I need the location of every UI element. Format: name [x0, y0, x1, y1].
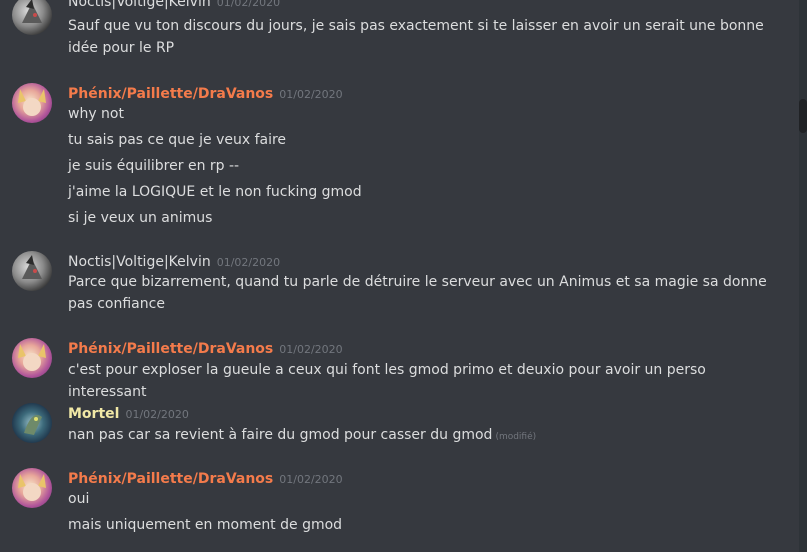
- avatar[interactable]: [12, 468, 52, 508]
- message-text: mais uniquement en moment de gmod: [68, 517, 343, 533]
- timestamp: 01/02/2020: [279, 343, 343, 356]
- message-text: oui: [68, 491, 90, 507]
- message-text: tu sais pas ce que je veux faire: [68, 132, 287, 148]
- message-text: je suis équilibrer en rp --: [68, 158, 240, 174]
- message-header: Phénix/Paillette/DraVanos 01/02/2020: [68, 338, 343, 358]
- scrollbar-track[interactable]: [799, 0, 807, 552]
- message-text-content: nan pas car sa revient à faire du gmod p…: [68, 427, 493, 443]
- creature-avatar-icon: [24, 415, 42, 435]
- username[interactable]: Phénix/Paillette/DraVanos: [68, 471, 273, 487]
- username[interactable]: Noctis|Voltige|Kelvin: [68, 0, 211, 10]
- message-header: Noctis|Voltige|Kelvin 01/02/2020: [68, 0, 280, 11]
- message-text: Sauf que vu ton discours du jours, je sa…: [68, 18, 764, 56]
- character-avatar-icon: [18, 474, 46, 501]
- message-header: Noctis|Voltige|Kelvin 01/02/2020: [68, 251, 280, 271]
- message-text: si je veux un animus: [68, 210, 213, 226]
- message-header: Phénix/Paillette/DraVanos 01/02/2020: [68, 83, 343, 103]
- scrollbar-thumb[interactable]: [799, 99, 807, 133]
- character-avatar-icon: [18, 344, 46, 371]
- message-header: Mortel 01/02/2020: [68, 403, 189, 423]
- wolf-avatar-icon: [22, 0, 42, 23]
- avatar[interactable]: [12, 0, 52, 35]
- username[interactable]: Noctis|Voltige|Kelvin: [68, 254, 211, 270]
- message-text: nan pas car sa revient à faire du gmod p…: [68, 424, 783, 448]
- avatar[interactable]: [12, 83, 52, 123]
- timestamp: 01/02/2020: [279, 473, 343, 486]
- message-text: why not: [68, 106, 124, 122]
- avatar[interactable]: [12, 251, 52, 291]
- avatar[interactable]: [12, 338, 52, 378]
- wolf-avatar-icon: [22, 255, 42, 279]
- edited-label: (modifié): [495, 432, 537, 442]
- username[interactable]: Phénix/Paillette/DraVanos: [68, 86, 273, 102]
- timestamp: 01/02/2020: [125, 408, 189, 421]
- timestamp: 01/02/2020: [216, 0, 281, 9]
- timestamp: 01/02/2020: [216, 256, 281, 269]
- message-text: c'est pour exploser la gueule a ceux qui…: [68, 362, 706, 400]
- message-header: Phénix/Paillette/DraVanos 01/02/2020: [68, 468, 343, 488]
- chat-messages: Noctis|Voltige|Kelvin 01/02/2020 Sauf que…: [0, 0, 797, 552]
- message-text: j'aime la LOGIQUE et le non fucking gmod: [68, 184, 362, 200]
- username[interactable]: Phénix/Paillette/DraVanos: [68, 341, 273, 357]
- message-text: Parce que bizarrement, quand tu parle de…: [68, 274, 767, 312]
- username[interactable]: Mortel: [68, 406, 119, 422]
- timestamp: 01/02/2020: [279, 88, 343, 101]
- character-avatar-icon: [18, 89, 46, 116]
- avatar[interactable]: [12, 403, 52, 443]
